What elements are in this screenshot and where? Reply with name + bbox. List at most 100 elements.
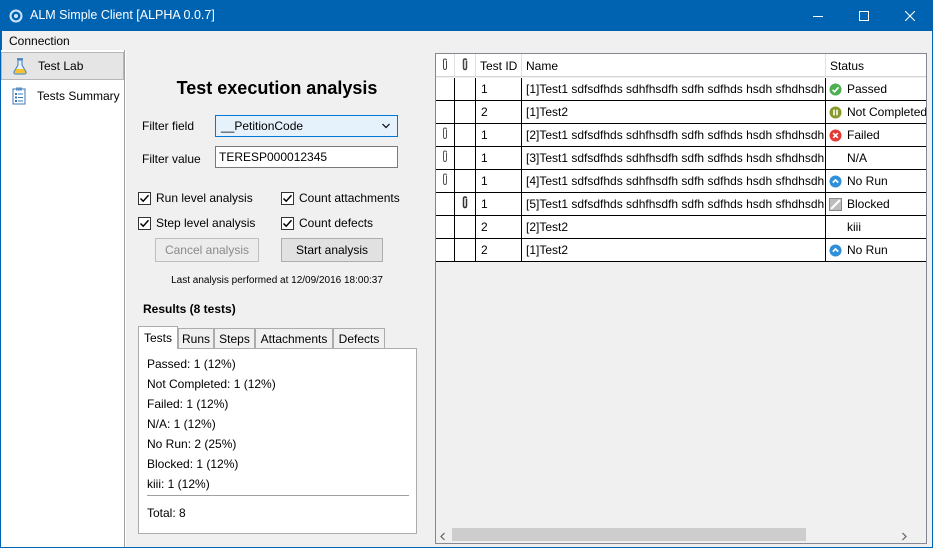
maximize-button[interactable] — [841, 0, 887, 31]
sidebar-item-test-lab[interactable]: Test Lab — [1, 52, 124, 80]
scroll-corner — [911, 526, 926, 543]
tab-steps[interactable]: Steps — [214, 328, 255, 349]
status-cell[interactable]: N/A — [826, 147, 926, 170]
name-cell[interactable]: [2]Test1 sdfsdfhds sdhfhsdfh sdfh sdfhds… — [522, 124, 826, 147]
pause-icon — [829, 106, 842, 119]
test-id-cell[interactable]: 2 — [476, 239, 522, 262]
scroll-right-icon[interactable] — [900, 530, 908, 543]
tab-defects[interactable]: Defects — [333, 328, 385, 349]
start-analysis-button[interactable]: Start analysis — [281, 238, 383, 262]
sidebar-item-tests-summary[interactable]: Tests Summary — [1, 82, 124, 110]
step-attachment-cell[interactable] — [455, 216, 476, 239]
run-level-label: Run level analysis — [156, 191, 253, 205]
step-attachment-cell[interactable] — [455, 101, 476, 124]
count-attachments-checkbox[interactable]: Count attachments — [281, 191, 400, 205]
status-cell[interactable]: No Run — [826, 170, 926, 193]
count-defects-checkbox[interactable]: Count defects — [281, 216, 373, 230]
results-title: Results (8 tests) — [143, 302, 236, 316]
close-button[interactable] — [887, 0, 933, 31]
attachment-cell[interactable] — [436, 147, 455, 170]
blank-icon — [829, 221, 842, 234]
result-line: Not Completed: 1 (12%) — [147, 377, 276, 391]
step-attachment-cell[interactable] — [455, 170, 476, 193]
paperclip-icon — [441, 150, 449, 166]
test-id-cell[interactable]: 2 — [476, 101, 522, 124]
scroll-left-icon[interactable] — [439, 530, 447, 543]
run-level-checkbox[interactable]: Run level analysis — [138, 191, 253, 205]
filter-value-input[interactable]: TERESP000012345 — [215, 146, 398, 168]
page-title: Test execution analysis — [176, 78, 378, 98]
sidebar-item-label: Tests Summary — [37, 89, 120, 103]
tab-runs[interactable]: Runs — [178, 328, 214, 349]
table-row[interactable]: 1 [1]Test1 sdfsdfhds sdhfhsdfh sdfh sdfhd… — [436, 78, 926, 101]
menu-connection[interactable]: Connection — [9, 34, 70, 48]
attachment-cell[interactable] — [436, 193, 455, 216]
filter-field-select[interactable]: __PetitionCode — [215, 115, 398, 137]
paperclip-icon — [441, 127, 449, 143]
checkmark-icon — [281, 191, 294, 205]
status-cell[interactable]: Blocked — [826, 193, 926, 216]
tab-tests[interactable]: Tests — [138, 326, 178, 349]
test-id-cell[interactable]: 1 — [476, 193, 522, 216]
result-line: No Run: 2 (25%) — [147, 437, 237, 451]
horizontal-scrollbar[interactable] — [436, 526, 911, 543]
minimize-button[interactable] — [795, 0, 841, 31]
attachment-cell[interactable] — [436, 78, 455, 101]
attachment-cell[interactable] — [436, 216, 455, 239]
step-level-checkbox[interactable]: Step level analysis — [138, 216, 255, 230]
scrollbar-thumb[interactable] — [452, 528, 806, 541]
step-attachment-cell[interactable] — [455, 124, 476, 147]
status-cell[interactable]: kiii — [826, 216, 926, 239]
column-header-status[interactable]: Status — [826, 54, 926, 77]
step-attachment-cell[interactable] — [455, 193, 476, 216]
name-cell[interactable]: [2]Test2 — [522, 216, 826, 239]
tab-attachments[interactable]: Attachments — [255, 328, 333, 349]
status-cell[interactable]: Failed — [826, 124, 926, 147]
grid-panel: Test ID Name Status 1 [1]Test1 sdfsdfhds … — [428, 50, 932, 547]
step-attachment-cell[interactable] — [455, 239, 476, 262]
paperclip-icon — [461, 57, 469, 74]
name-cell[interactable]: [3]Test1 sdfsdfhds sdhfhsdfh sdfh sdfhds… — [522, 147, 826, 170]
test-id-cell[interactable]: 1 — [476, 147, 522, 170]
test-id-cell[interactable]: 1 — [476, 124, 522, 147]
result-line: kiii: 1 (12%) — [147, 477, 210, 491]
step-attachment-column-header[interactable] — [455, 54, 476, 77]
test-id-cell[interactable]: 1 — [476, 170, 522, 193]
attachment-cell[interactable] — [436, 170, 455, 193]
step-attachment-cell[interactable] — [455, 78, 476, 101]
name-cell[interactable]: [5]Test1 sdfsdfhds sdhfhsdfh sdfh sdfhds… — [522, 193, 826, 216]
name-cell[interactable]: [1]Test2 — [522, 101, 826, 124]
app-logo-icon — [9, 9, 23, 23]
test-id-cell[interactable]: 1 — [476, 78, 522, 101]
test-id-cell[interactable]: 2 — [476, 216, 522, 239]
table-row[interactable]: 1 [5]Test1 sdfsdfhds sdhfhsdfh sdfh sdfhd… — [436, 193, 926, 216]
status-cell[interactable]: No Run — [826, 239, 926, 262]
paperclip-icon — [441, 173, 449, 189]
table-row[interactable]: 1 [2]Test1 sdfsdfhds sdhfhsdfh sdfh sdfhd… — [436, 124, 926, 147]
table-row[interactable]: 1 [4]Test1 sdfsdfhds sdhfhsdfh sdfh sdfhd… — [436, 170, 926, 193]
name-cell[interactable]: [4]Test1 sdfsdfhds sdhfhsdfh sdfh sdfhds… — [522, 170, 826, 193]
total-line: Total: 8 — [147, 506, 186, 520]
attachment-cell[interactable] — [436, 239, 455, 262]
step-attachment-cell[interactable] — [455, 147, 476, 170]
table-row[interactable]: 1 [3]Test1 sdfsdfhds sdhfhsdfh sdfh sdfhd… — [436, 147, 926, 170]
cancel-analysis-button[interactable]: Cancel analysis — [155, 238, 259, 262]
table-row[interactable]: 2 [1]Test2 Not Completed — [436, 101, 926, 124]
name-cell[interactable]: [1]Test2 — [522, 239, 826, 262]
tests-grid[interactable]: Test ID Name Status 1 [1]Test1 sdfsdfhds … — [435, 53, 927, 544]
attachment-column-header[interactable] — [436, 54, 455, 77]
table-row[interactable]: 2 [1]Test2 No Run — [436, 239, 926, 262]
flask-icon — [11, 57, 29, 75]
name-cell[interactable]: [1]Test1 sdfsdfhds sdhfhsdfh sdfh sdfhds… — [522, 78, 826, 101]
attachment-cell[interactable] — [436, 101, 455, 124]
analysis-panel: Test execution analysis Filter field __P… — [126, 50, 428, 547]
column-header-name[interactable]: Name — [522, 54, 826, 77]
status-text: kiii — [847, 220, 861, 234]
column-header-test-id[interactable]: Test ID — [476, 54, 522, 77]
paperclip-icon — [441, 57, 449, 74]
menu-bar: Connection — [1, 31, 932, 50]
status-cell[interactable]: Passed — [826, 78, 926, 101]
attachment-cell[interactable] — [436, 124, 455, 147]
table-row[interactable]: 2 [2]Test2 kiii — [436, 216, 926, 239]
status-cell[interactable]: Not Completed — [826, 101, 926, 124]
